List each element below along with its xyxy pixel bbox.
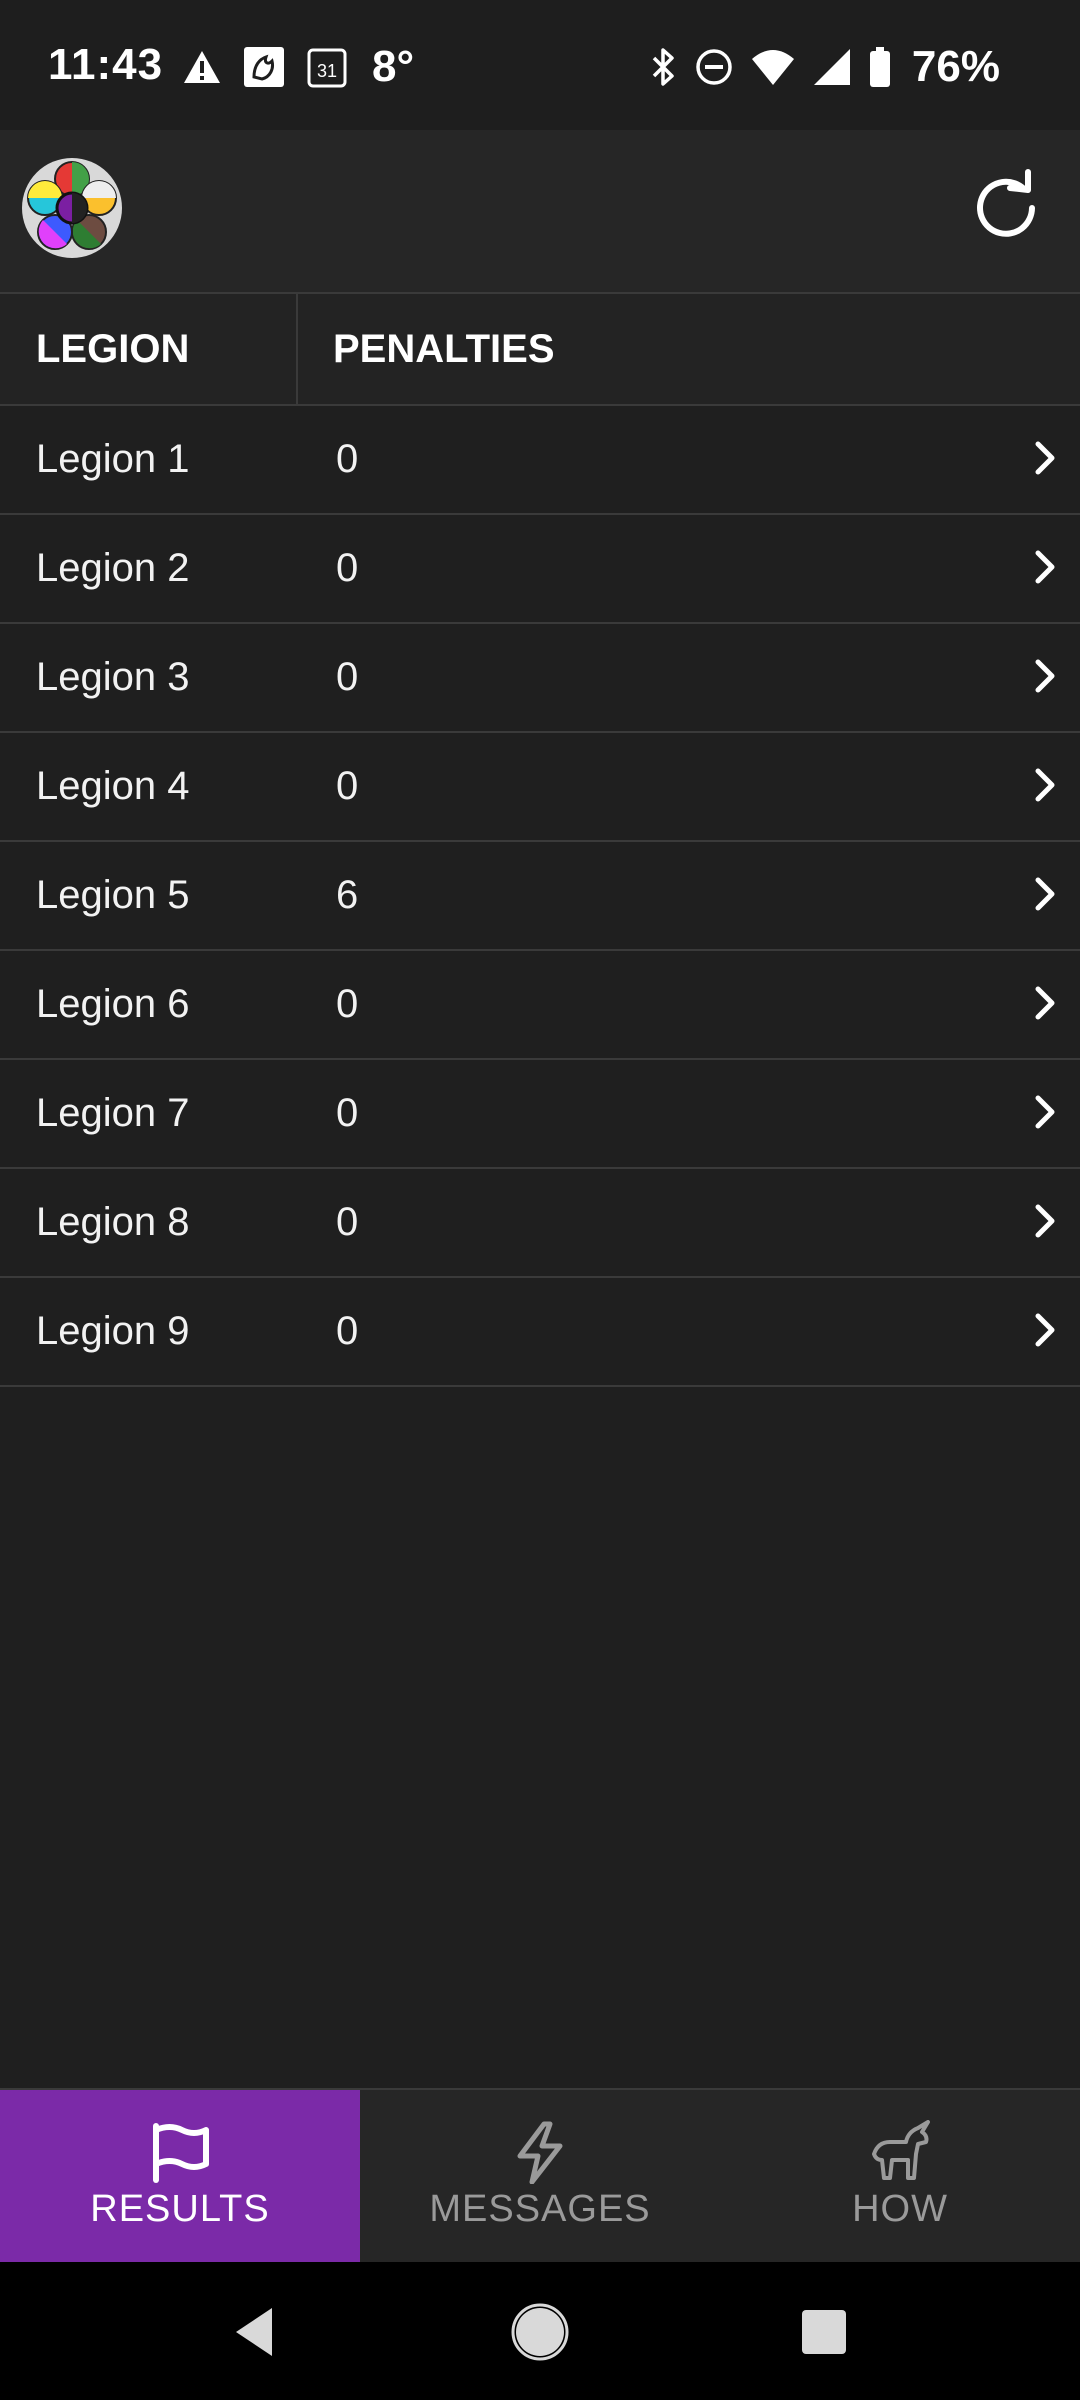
warning-icon <box>184 51 220 83</box>
legion-row-8[interactable]: Legion 8 0 <box>0 1169 1080 1278</box>
legion-name: Legion 2 <box>36 546 190 590</box>
do-not-disturb-icon <box>696 49 732 85</box>
chevron-right-icon <box>1035 550 1055 584</box>
column-header-penalties[interactable]: PENALTIES <box>333 294 555 404</box>
legion-row-4[interactable]: Legion 4 0 <box>0 733 1080 842</box>
legion-row-5[interactable]: Legion 5 6 <box>0 842 1080 951</box>
legion-penalties: 0 <box>336 1091 359 1135</box>
legion-penalties: 0 <box>336 655 359 699</box>
home-icon[interactable] <box>508 2300 572 2364</box>
chevron-right-icon <box>1035 659 1055 693</box>
nav-tab-results[interactable]: RESULTS <box>0 2090 360 2262</box>
battery-percent: 76% <box>911 42 1000 91</box>
chevron-right-icon <box>1035 441 1055 475</box>
legion-row-9[interactable]: Legion 9 0 <box>0 1278 1080 1387</box>
legion-row-2[interactable]: Legion 2 0 <box>0 515 1080 624</box>
recents-icon[interactable] <box>792 2300 856 2364</box>
legion-penalties: 6 <box>336 873 359 917</box>
nav-label-results: RESULTS <box>90 2188 270 2230</box>
legion-penalties: 0 <box>336 764 359 808</box>
legion-penalties: 0 <box>336 437 359 481</box>
nav-tab-messages[interactable]: MESSAGES <box>360 2090 720 2262</box>
legion-penalties: 0 <box>336 1309 359 1353</box>
nav-label-how: HOW <box>852 2188 948 2230</box>
lightning-icon <box>517 2121 563 2184</box>
nav-tab-how[interactable]: HOW <box>720 2090 1080 2262</box>
column-divider <box>296 294 298 404</box>
bluetooth-icon <box>652 48 674 86</box>
legion-penalties: 0 <box>336 546 359 590</box>
legion-name: Legion 1 <box>36 437 190 481</box>
refresh-icon[interactable] <box>966 168 1046 248</box>
legion-name: Legion 4 <box>36 764 190 808</box>
nav-label-messages: MESSAGES <box>429 2188 651 2230</box>
legion-row-3[interactable]: Legion 3 0 <box>0 624 1080 733</box>
calendar-day-text: 31 <box>317 61 337 81</box>
wifi-icon <box>751 50 794 85</box>
column-header-legion[interactable]: LEGION <box>36 294 189 404</box>
chevron-right-icon <box>1035 877 1055 911</box>
legion-name: Legion 7 <box>36 1091 190 1135</box>
legion-name: Legion 5 <box>36 873 190 917</box>
legion-name: Legion 3 <box>36 655 190 699</box>
chevron-right-icon <box>1035 768 1055 802</box>
legion-row-1[interactable]: Legion 1 0 <box>0 406 1080 515</box>
flag-icon <box>153 2123 209 2183</box>
legion-name: Legion 9 <box>36 1309 190 1353</box>
battery-icon <box>869 47 890 87</box>
chevron-right-icon <box>1035 1204 1055 1238</box>
status-left-icons: 31 8° <box>182 42 415 91</box>
status-bar: 11:43 31 8° 76% <box>0 0 1080 130</box>
legion-row-7[interactable]: Legion 7 0 <box>0 1060 1080 1169</box>
legion-list: Legion 1 0 Legion 2 0 Legion 3 0 Legion … <box>0 406 1080 1387</box>
status-right-icons: 76% <box>648 42 1000 91</box>
cell-signal-icon <box>813 49 850 85</box>
status-temperature: 8° <box>372 42 415 91</box>
legion-penalties: 0 <box>336 1200 359 1244</box>
calendar-icon: 31 <box>307 48 347 88</box>
status-time: 11:43 <box>48 40 164 89</box>
legion-name: Legion 6 <box>36 982 190 1026</box>
legion-penalties: 0 <box>336 982 359 1026</box>
chevron-right-icon <box>1035 986 1055 1020</box>
app-screen: 11:43 31 8° 76% LEGION PENALTIES Legion … <box>0 0 1080 2400</box>
system-nav-bar <box>0 2262 1080 2400</box>
flower-logo-icon[interactable] <box>20 156 124 260</box>
unicorn-icon <box>872 2120 930 2180</box>
app-header <box>0 130 1080 294</box>
legion-name: Legion 8 <box>36 1200 190 1244</box>
table-header: LEGION PENALTIES <box>0 294 1080 406</box>
app-notification-icon <box>244 47 284 87</box>
bottom-nav: RESULTS MESSAGES HOW <box>0 2088 1080 2262</box>
back-icon[interactable] <box>224 2300 288 2364</box>
chevron-right-icon <box>1035 1095 1055 1129</box>
chevron-right-icon <box>1035 1313 1055 1347</box>
legion-row-6[interactable]: Legion 6 0 <box>0 951 1080 1060</box>
